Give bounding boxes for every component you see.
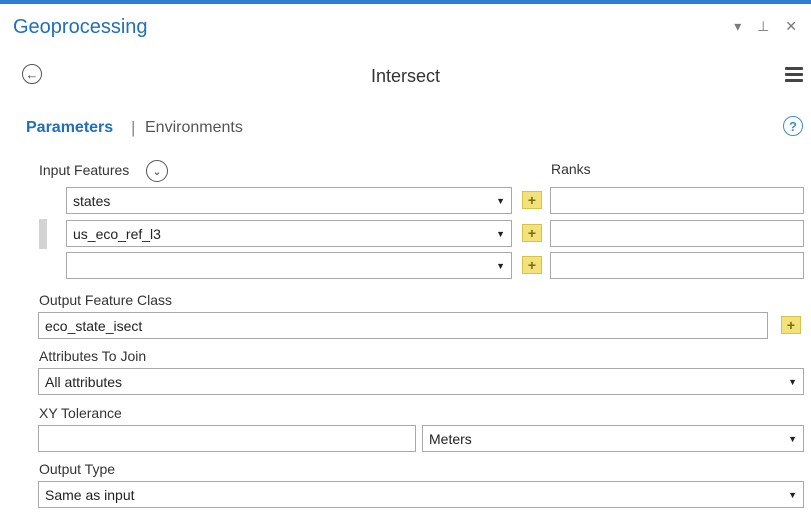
output-feature-class-label: Output Feature Class xyxy=(39,292,173,308)
xy-tolerance-label: XY Tolerance xyxy=(39,405,122,421)
xy-tolerance-input[interactable] xyxy=(38,425,416,452)
tab-separator: | xyxy=(131,118,136,137)
rank-1-input[interactable] xyxy=(550,187,804,214)
pane-title: Geoprocessing xyxy=(13,16,148,38)
input-feature-1-select[interactable]: states ▼ xyxy=(66,187,512,214)
browse-add-icon[interactable]: + xyxy=(522,191,542,209)
input-feature-2-select[interactable]: us_eco_ref_l3 ▼ xyxy=(66,220,512,247)
ranks-label: Ranks xyxy=(551,161,591,177)
dropdown-arrow-icon: ▼ xyxy=(496,195,505,206)
tab-parameters[interactable]: Parameters xyxy=(26,119,113,137)
rank-3-input[interactable] xyxy=(550,252,804,279)
chevron-down-icon[interactable]: ⌄ xyxy=(146,160,168,182)
browse-add-icon[interactable]: + xyxy=(522,224,542,242)
input-feature-3-select[interactable]: ▼ xyxy=(66,252,512,279)
dropdown-arrow-icon: ▼ xyxy=(496,260,505,271)
hamburger-icon[interactable] xyxy=(785,67,803,85)
input-feature-2-value: us_eco_ref_l3 xyxy=(73,225,161,242)
pane-window-controls[interactable]: ▾ ⊥ ✕ xyxy=(734,18,803,35)
dropdown-arrow-icon: ▼ xyxy=(788,433,797,444)
xy-tolerance-unit-select[interactable]: Meters ▼ xyxy=(422,425,804,452)
output-feature-class-input[interactable]: eco_state_isect xyxy=(38,312,768,339)
attributes-to-join-label: Attributes To Join xyxy=(39,348,147,364)
attributes-to-join-select[interactable]: All attributes ▼ xyxy=(38,368,804,395)
browse-add-icon[interactable]: + xyxy=(781,316,801,334)
help-icon[interactable]: ? xyxy=(783,116,803,136)
browse-add-icon[interactable]: + xyxy=(522,256,542,274)
dropdown-arrow-icon: ▼ xyxy=(788,376,797,387)
pane-top-accent xyxy=(0,0,811,4)
input-feature-1-value: states xyxy=(73,192,111,209)
output-type-select[interactable]: Same as input ▼ xyxy=(38,481,804,508)
row-drag-handle[interactable] xyxy=(39,219,47,249)
dropdown-arrow-icon: ▼ xyxy=(788,489,797,500)
rank-2-input[interactable] xyxy=(550,220,804,247)
dropdown-arrow-icon: ▼ xyxy=(496,228,505,239)
input-features-label: Input Features xyxy=(39,162,130,178)
tab-environments[interactable]: Environments xyxy=(145,119,243,137)
tool-title: Intersect xyxy=(370,66,441,86)
output-type-label: Output Type xyxy=(39,461,116,477)
